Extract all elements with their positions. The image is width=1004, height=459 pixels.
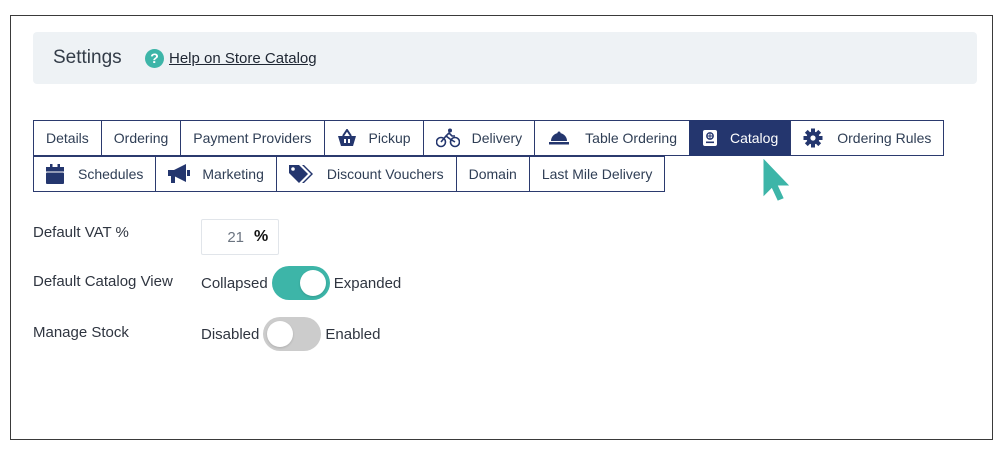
tab-last-mile-delivery[interactable]: Last Mile Delivery bbox=[528, 156, 666, 192]
tab-label: Discount Vouchers bbox=[326, 166, 444, 182]
stock-off-label: Disabled bbox=[201, 325, 260, 343]
tab-marketing[interactable]: Marketing bbox=[155, 156, 277, 192]
catalog-view-label: Default Catalog View bbox=[33, 273, 173, 290]
page-title: Settings bbox=[53, 47, 122, 68]
tab-domain[interactable]: Domain bbox=[455, 156, 530, 192]
tag-icon bbox=[288, 164, 313, 184]
help-question-icon: ? bbox=[145, 49, 164, 68]
toggle-knob bbox=[299, 270, 326, 296]
catalog-view-toggle-group: Collapsed Expanded bbox=[201, 266, 401, 300]
tab-label: Schedules bbox=[78, 166, 144, 182]
calendar-icon bbox=[46, 164, 64, 184]
vat-unit: % bbox=[254, 228, 269, 245]
tab-label: Payment Providers bbox=[193, 130, 312, 146]
tab-label: Details bbox=[46, 130, 89, 146]
tab-catalog[interactable]: Catalog bbox=[688, 120, 792, 156]
catalog-view-off-label: Collapsed bbox=[201, 274, 268, 292]
tab-label: Last Mile Delivery bbox=[541, 166, 653, 182]
tab-label: Table Ordering bbox=[585, 130, 677, 146]
gear-icon bbox=[803, 128, 823, 148]
tab-ordering[interactable]: Ordering bbox=[100, 120, 182, 156]
mouse-cursor-icon bbox=[763, 159, 789, 201]
tabs-row-2: Schedules Marketing Discount Vouchers Do… bbox=[33, 156, 666, 192]
tab-label: Domain bbox=[468, 166, 517, 182]
tabs-row-1: Details Ordering Payment Providers Picku… bbox=[33, 120, 945, 156]
stock-toggle[interactable] bbox=[263, 317, 322, 351]
tab-label: Catalog bbox=[729, 130, 779, 146]
tab-label: Delivery bbox=[471, 130, 523, 146]
catalog-book-icon bbox=[702, 129, 718, 147]
tab-delivery[interactable]: Delivery bbox=[422, 120, 536, 156]
tab-payment-providers[interactable]: Payment Providers bbox=[180, 120, 325, 156]
vat-label: Default VAT % bbox=[33, 224, 129, 241]
toggle-knob bbox=[267, 321, 294, 347]
help-link[interactable]: ? Help on Store Catalog bbox=[145, 49, 317, 68]
catalog-view-toggle[interactable] bbox=[271, 266, 330, 300]
settings-header: Settings ? Help on Store Catalog bbox=[33, 32, 977, 84]
tab-label: Ordering Rules bbox=[837, 130, 932, 146]
bicycle-icon bbox=[435, 128, 460, 148]
tab-label: Marketing bbox=[202, 166, 264, 182]
tab-label: Pickup bbox=[368, 130, 411, 146]
stock-label: Manage Stock bbox=[33, 324, 129, 341]
tab-ordering-rules[interactable]: Ordering Rules bbox=[790, 120, 945, 156]
vat-value: 21 bbox=[227, 228, 244, 246]
basket-icon bbox=[337, 129, 357, 147]
stock-on-label: Enabled bbox=[325, 325, 381, 343]
help-link-label: Help on Store Catalog bbox=[169, 50, 317, 67]
tab-label: Ordering bbox=[113, 130, 169, 146]
catalog-view-on-label: Expanded bbox=[333, 274, 402, 292]
tab-details[interactable]: Details bbox=[33, 120, 102, 156]
cloche-icon bbox=[549, 131, 570, 145]
tab-table-ordering[interactable]: Table Ordering bbox=[534, 120, 690, 156]
tab-pickup[interactable]: Pickup bbox=[323, 120, 424, 156]
megaphone-icon bbox=[168, 164, 191, 184]
vat-input[interactable]: 21 % bbox=[201, 219, 279, 255]
tab-schedules[interactable]: Schedules bbox=[33, 156, 157, 192]
settings-panel: Settings ? Help on Store Catalog Details… bbox=[10, 15, 993, 440]
tab-discount-vouchers[interactable]: Discount Vouchers bbox=[275, 156, 457, 192]
stock-toggle-group: Disabled Enabled bbox=[201, 317, 380, 351]
